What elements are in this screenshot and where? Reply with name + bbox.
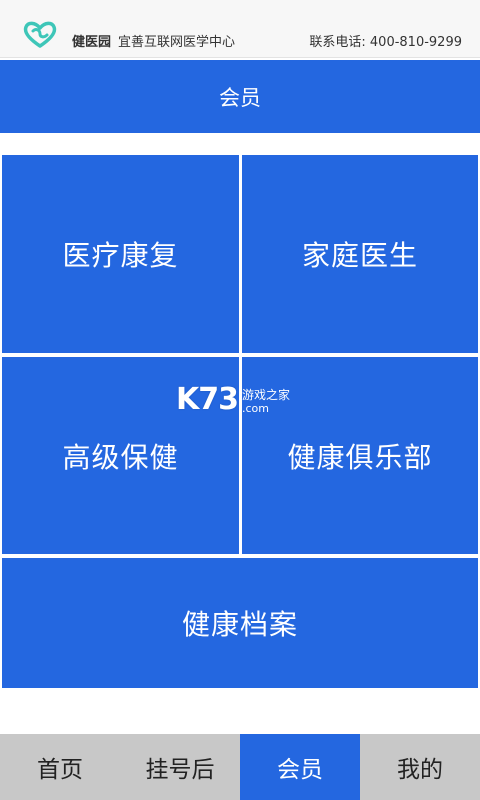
- watermark-domain-text: .com: [242, 402, 269, 415]
- nav-home[interactable]: 首页: [0, 734, 120, 800]
- tile-label: 医疗康复: [62, 239, 179, 272]
- nav-label: 我的: [397, 757, 443, 783]
- tile-label: 健康俱乐部: [287, 440, 433, 474]
- tile-label: 家庭医生: [301, 239, 418, 272]
- bottom-nav: 首页 挂号后 会员 我的: [0, 734, 480, 800]
- page-title: 会员: [219, 85, 261, 110]
- app-root: 健医园 宜善互联网医学中心 联系电话: 400-810-9299 会员 医疗康复…: [0, 0, 480, 800]
- heart-swirl-logo-icon: [23, 21, 57, 48]
- tile-label: 高级保健: [62, 440, 179, 474]
- nav-member[interactable]: 会员: [240, 734, 360, 800]
- page-title-bar: 会员: [0, 60, 480, 133]
- brand-name: 健医园: [72, 35, 112, 50]
- watermark-cn-text: 游戏之家: [242, 388, 291, 402]
- watermark: K73 游戏之家 .com: [176, 382, 316, 422]
- tile-medical-rehab[interactable]: 医疗康复: [2, 155, 239, 353]
- nav-registration[interactable]: 挂号后: [120, 734, 240, 800]
- nav-label: 会员: [277, 757, 323, 783]
- brand-slogan: 宜善互联网医学中心: [118, 35, 236, 50]
- contact-phone: 联系电话: 400-810-9299: [309, 35, 462, 50]
- brand-header: 健医园 宜善互联网医学中心 联系电话: 400-810-9299: [0, 0, 480, 58]
- nav-label: 挂号后: [145, 757, 215, 783]
- watermark-logo-text: K73: [176, 382, 239, 417]
- tile-health-records[interactable]: 健康档案: [2, 558, 478, 688]
- nav-label: 首页: [37, 757, 83, 783]
- tile-family-doctor[interactable]: 家庭医生: [242, 155, 478, 353]
- tile-label: 健康档案: [181, 608, 298, 641]
- nav-mine[interactable]: 我的: [360, 734, 480, 800]
